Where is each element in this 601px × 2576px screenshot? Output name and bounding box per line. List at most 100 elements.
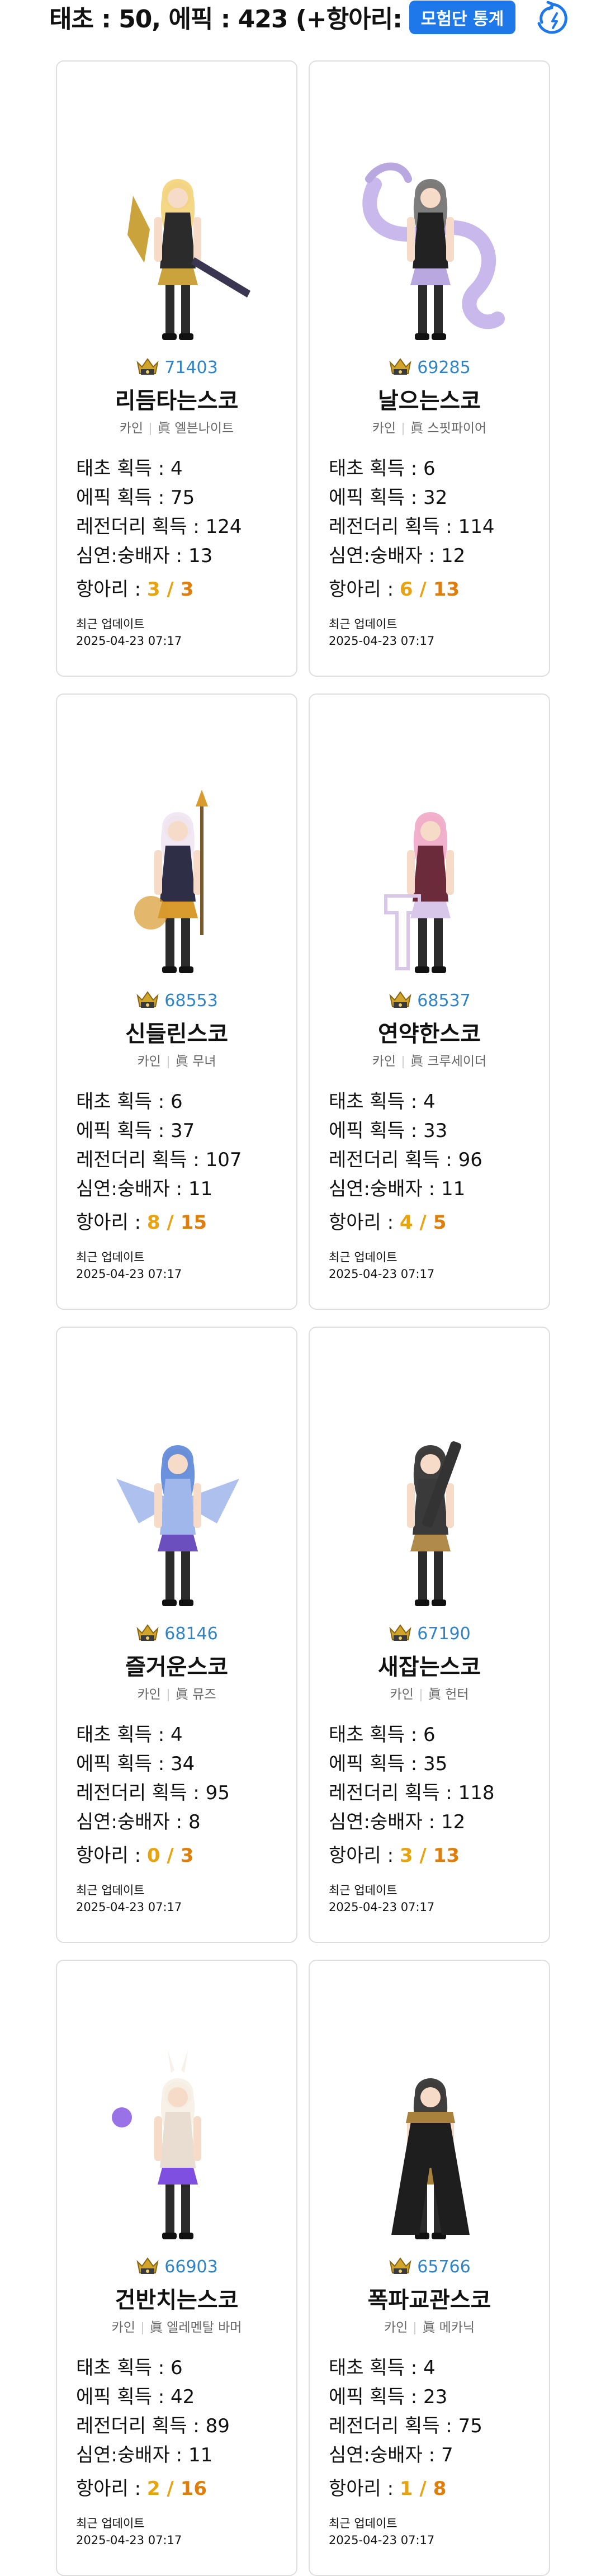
fame-row: 68537 [310, 990, 549, 1012]
legendary-stat: 레전더리 획득 : 75 [329, 2415, 482, 2437]
server-job: 카인 眞 엘븐나이트 [57, 417, 296, 436]
hangari-stat: 항아리 : 3 / 3 [76, 578, 194, 601]
taecho-stat: 태초 획득 : 4 [76, 1724, 183, 1746]
hangari-stat: 항아리 : 3 / 13 [329, 1844, 460, 1867]
updated-label: 최근 업데이트 [76, 1884, 145, 1897]
character-name: 폭파교관스코 [367, 2287, 491, 2313]
character-card[interactable]: 66903 건반치는스코 카인 眞 엘레멘탈 바머 태초 획득 : 6 에픽 획득… [56, 1960, 297, 2576]
simyeon-stat: 심연:숭배자 : 12 [329, 545, 466, 567]
character-card[interactable]: 68537 연약한스코 카인 眞 크루세이더 태초 획득 : 4 에픽 획득 : … [309, 693, 550, 1310]
taecho-stat: 태초 획득 : 4 [76, 457, 183, 480]
separator [167, 1688, 169, 1701]
epic-stat: 에픽 획득 : 34 [76, 1753, 195, 1775]
character-image [116, 1445, 239, 1606]
server-name: 카인 [390, 1687, 414, 1702]
updated-label: 최근 업데이트 [76, 2517, 145, 2530]
character-name: 새잡는스코 [378, 1654, 481, 1680]
legendary-stat: 레전더리 획득 : 107 [76, 1149, 242, 1171]
character-card[interactable]: 68553 신들린스코 카인 眞 무녀 태초 획득 : 6 에픽 획득 : 37 … [56, 693, 297, 1310]
taecho-stat: 태초 획득 : 6 [76, 1091, 183, 1113]
character-name: 건반치는스코 [115, 2287, 239, 2313]
character-image [362, 162, 505, 340]
epic-stat: 에픽 획득 : 35 [329, 1753, 448, 1775]
updated-label: 최근 업데이트 [329, 1251, 397, 1264]
fame-crown-icon [136, 2257, 159, 2274]
server-job: 카인 眞 크루세이더 [310, 1050, 549, 1069]
fame-row: 66903 [57, 2256, 296, 2278]
fame-value: 68146 [164, 1624, 218, 1644]
server-name: 카인 [372, 421, 396, 436]
hangari-stat: 항아리 : 0 / 3 [76, 1844, 194, 1867]
character-card[interactable]: 67190 새잡는스코 카인 眞 헌터 태초 획득 : 6 에픽 획득 : 35 … [309, 1327, 550, 1943]
character-image [127, 179, 250, 340]
taecho-stat: 태초 획득 : 6 [76, 2357, 183, 2379]
fame-crown-icon [389, 2257, 411, 2274]
job-name: 眞 크루세이더 [410, 1054, 487, 1069]
simyeon-stat: 심연:숭배자 : 11 [329, 1178, 466, 1200]
fame-row: 68553 [57, 990, 296, 1012]
separator [403, 1055, 404, 1068]
server-job: 카인 眞 무녀 [57, 1050, 296, 1069]
simyeon-stat: 심연:숭배자 : 8 [76, 1811, 201, 1833]
simyeon-stat: 심연:숭배자 : 13 [76, 545, 213, 567]
fame-crown-icon [389, 1624, 411, 1641]
epic-stat: 에픽 획득 : 42 [76, 2386, 195, 2408]
epic-stat: 에픽 획득 : 32 [329, 487, 448, 509]
job-name: 眞 엘븐나이트 [158, 421, 234, 436]
server-name: 카인 [137, 1687, 161, 1702]
separator [403, 422, 404, 435]
fame-row: 67190 [310, 1623, 549, 1645]
epic-stat: 에픽 획득 : 75 [76, 487, 195, 509]
epic-stat: 에픽 획득 : 33 [329, 1120, 448, 1142]
server-name: 카인 [384, 2320, 408, 2335]
character-image [112, 2050, 201, 2239]
character-image [407, 1441, 462, 1606]
updated-label: 최근 업데이트 [329, 1884, 397, 1897]
job-name: 眞 엘레멘탈 바머 [149, 2320, 242, 2335]
job-name: 眞 뮤즈 [175, 1687, 216, 1702]
separator [167, 1055, 169, 1068]
character-card[interactable]: 69285 날으는스코 카인 眞 스핏파이어 태초 획득 : 6 에픽 획득 : … [309, 60, 550, 677]
legendary-stat: 레전더리 획득 : 118 [329, 1782, 495, 1804]
fame-crown-icon [389, 991, 411, 1008]
simyeon-stat: 심연:숭배자 : 7 [329, 2444, 453, 2466]
fame-value: 68553 [164, 990, 218, 1011]
separator [150, 422, 152, 435]
job-name: 眞 스핏파이어 [410, 421, 487, 436]
hangari-stat: 항아리 : 2 / 16 [76, 2478, 207, 2500]
updated-date: 2025-04-23 07:17 [76, 1267, 182, 1281]
character-name: 신들린스코 [125, 1021, 228, 1047]
character-card[interactable]: 71403 리듬타는스코 카인 眞 엘븐나이트 태초 획득 : 4 에픽 획득 :… [56, 60, 297, 677]
hangari-stat: 항아리 : 8 / 15 [76, 1211, 207, 1234]
epic-stat: 에픽 획득 : 37 [76, 1120, 195, 1142]
updated-date: 2025-04-23 07:17 [329, 1900, 435, 1914]
taecho-stat: 태초 획득 : 6 [329, 1724, 436, 1746]
fame-value: 65766 [417, 2257, 471, 2277]
adventure-stats-button[interactable]: 모험단 통계 [409, 1, 515, 34]
header: 태초 : 50, 에픽 : 423 (+항아리: 30) 모험단 통계 [0, 0, 601, 35]
job-name: 眞 무녀 [175, 1054, 216, 1069]
legendary-stat: 레전더리 획득 : 96 [329, 1149, 482, 1171]
fame-row: 71403 [57, 357, 296, 379]
updated-label: 최근 업데이트 [76, 1251, 145, 1264]
character-name: 날으는스코 [378, 388, 481, 414]
fame-value: 67190 [417, 1624, 471, 1644]
separator [141, 2322, 143, 2334]
updated-date: 2025-04-23 07:17 [329, 1267, 435, 1281]
character-image [134, 790, 208, 973]
server-job: 카인 眞 뮤즈 [57, 1683, 296, 1702]
character-card[interactable]: 65766 폭파교관스코 카인 眞 메카닉 태초 획득 : 4 에픽 획득 : 2… [309, 1960, 550, 2576]
fame-crown-icon [136, 991, 159, 1008]
legendary-stat: 레전더리 획득 : 124 [76, 516, 242, 538]
character-card[interactable]: 68146 즐거운스코 카인 眞 뮤즈 태초 획득 : 4 에픽 획득 : 34 … [56, 1327, 297, 1943]
refresh-icon[interactable] [534, 1, 569, 36]
character-image [384, 812, 454, 973]
server-job: 카인 眞 메카닉 [310, 2316, 549, 2336]
legendary-stat: 레전더리 획득 : 95 [76, 1782, 230, 1804]
character-image [391, 2078, 470, 2239]
simyeon-stat: 심연:숭배자 : 12 [329, 1811, 466, 1833]
character-name: 연약한스코 [378, 1021, 481, 1047]
server-name: 카인 [372, 1054, 396, 1069]
taecho-stat: 태초 획득 : 6 [329, 457, 436, 480]
epic-stat: 에픽 획득 : 23 [329, 2386, 448, 2408]
